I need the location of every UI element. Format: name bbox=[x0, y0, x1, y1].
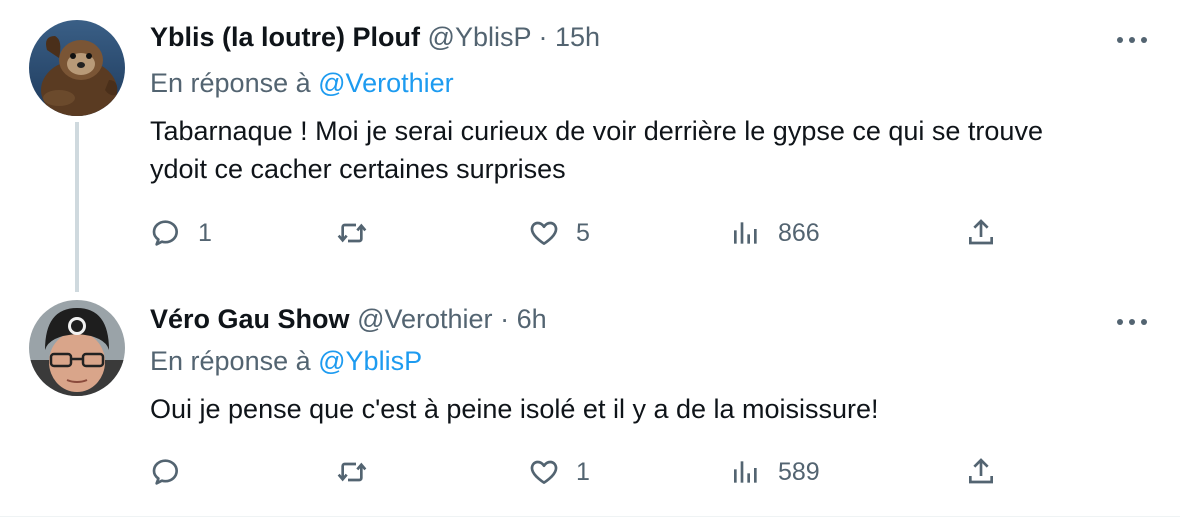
tweet-header: Véro Gau Show @Verothier · 6h bbox=[150, 304, 547, 335]
avatar-vero[interactable] bbox=[29, 300, 125, 396]
separator-dot: · bbox=[538, 22, 548, 52]
views-button[interactable]: 589 bbox=[730, 452, 820, 492]
retweet-button[interactable] bbox=[336, 213, 384, 253]
tweet-text-line: Tabarnaque ! Moi je serai curieux de voi… bbox=[150, 116, 1043, 146]
tweet[interactable]: Yblis (la loutre) Plouf @YblisP · 15h En… bbox=[0, 0, 1180, 292]
retweet-button[interactable] bbox=[336, 452, 384, 492]
reply-label: En réponse à bbox=[150, 68, 311, 98]
separator-dot: · bbox=[500, 304, 510, 334]
tweet-header: Yblis (la loutre) Plouf @YblisP · 15h bbox=[150, 22, 600, 53]
timestamp[interactable]: 6h bbox=[517, 304, 547, 334]
share-button[interactable] bbox=[965, 213, 997, 253]
reply-context: En réponse à @Verothier bbox=[150, 68, 454, 99]
timestamp[interactable]: 15h bbox=[555, 22, 600, 52]
tweet-text-line: Oui je pense que c'est à peine isolé et … bbox=[150, 394, 879, 424]
views-count: 589 bbox=[778, 457, 820, 486]
share-button[interactable] bbox=[965, 452, 997, 492]
avatar-otter[interactable] bbox=[29, 20, 125, 116]
speech-bubble-icon bbox=[152, 220, 178, 246]
like-button[interactable]: 5 bbox=[528, 213, 590, 253]
ellipsis-icon[interactable] bbox=[1112, 310, 1152, 334]
bar-chart-icon bbox=[734, 461, 757, 483]
views-button[interactable]: 866 bbox=[730, 213, 820, 253]
tweet-text: Tabarnaque ! Moi je serai curieux de voi… bbox=[150, 112, 1160, 188]
reply-label: En réponse à bbox=[150, 346, 311, 376]
bar-chart-icon bbox=[734, 222, 757, 244]
reply-mention-link[interactable]: @YblisP bbox=[318, 346, 422, 376]
like-count: 5 bbox=[576, 218, 590, 247]
tweet[interactable]: Véro Gau Show @Verothier · 6h En réponse… bbox=[0, 282, 1180, 517]
ellipsis-icon[interactable] bbox=[1112, 28, 1152, 52]
user-handle[interactable]: @YblisP bbox=[428, 22, 531, 52]
views-count: 866 bbox=[778, 218, 820, 247]
user-handle[interactable]: @Verothier bbox=[357, 304, 492, 334]
display-name[interactable]: Véro Gau Show bbox=[150, 304, 350, 334]
action-bar: 1 589 bbox=[150, 452, 1180, 492]
speech-bubble-icon bbox=[152, 459, 178, 485]
reply-button[interactable] bbox=[150, 452, 198, 492]
otter-avatar-image bbox=[29, 20, 125, 116]
retweet-icon bbox=[337, 223, 367, 243]
action-bar: 1 5 866 bbox=[150, 213, 1180, 253]
thread-connector-line bbox=[75, 122, 79, 292]
retweet-icon bbox=[337, 462, 367, 482]
upload-icon bbox=[969, 458, 993, 484]
tweet-text-line: ydoit ce cacher certaines surprises bbox=[150, 154, 566, 184]
like-button[interactable]: 1 bbox=[528, 452, 590, 492]
reply-count: 1 bbox=[198, 218, 212, 247]
reply-mention-link[interactable]: @Verothier bbox=[318, 68, 453, 98]
heart-icon bbox=[530, 460, 558, 484]
person-avatar-image bbox=[29, 300, 125, 396]
display-name[interactable]: Yblis (la loutre) Plouf bbox=[150, 22, 420, 52]
tweet-text: Oui je pense que c'est à peine isolé et … bbox=[150, 390, 1160, 428]
reply-context: En réponse à @YblisP bbox=[150, 346, 422, 377]
upload-icon bbox=[969, 219, 993, 245]
reply-button[interactable]: 1 bbox=[150, 213, 212, 253]
heart-icon bbox=[530, 221, 558, 245]
like-count: 1 bbox=[576, 457, 590, 486]
